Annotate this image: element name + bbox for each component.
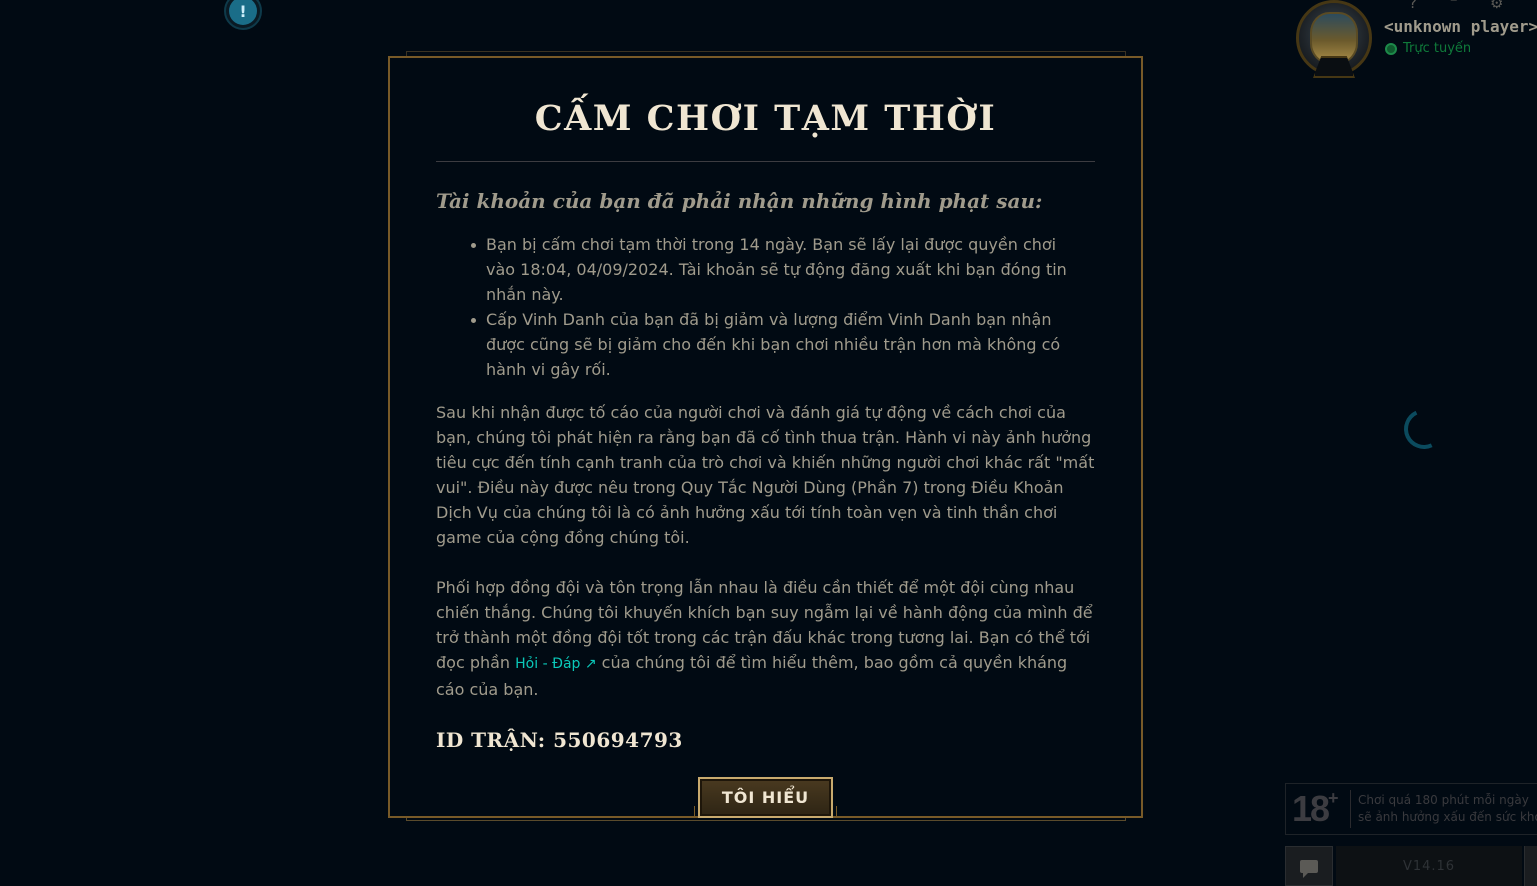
explanation-paragraph: Sau khi nhận được tố cáo của người chơi … bbox=[436, 403, 1095, 547]
chat-button[interactable] bbox=[1285, 846, 1333, 886]
age-notice-line-1: Chơi quá 180 phút mỗi ngày bbox=[1358, 793, 1529, 807]
match-id: ID TRẬN: 550694793 bbox=[436, 728, 683, 752]
alert-icon[interactable]: ! bbox=[224, 0, 262, 30]
acknowledge-button[interactable]: TÔI HIỂU bbox=[698, 777, 833, 818]
loading-spinner-icon bbox=[1398, 403, 1450, 455]
age-notice-line-2: sẽ ảnh hưởng xấu đến sức khỏe bbox=[1358, 810, 1537, 824]
age-rating-badge: 18+ bbox=[1292, 788, 1338, 830]
list-item: Cấp Vinh Danh của bạn đã bị giảm và lượn… bbox=[468, 307, 1078, 382]
alert-glyph: ! bbox=[229, 0, 257, 25]
faq-link[interactable]: Hỏi - Đáp bbox=[515, 656, 596, 672]
version-label: V14.16 bbox=[1336, 846, 1522, 886]
help-icon[interactable]: ? bbox=[1409, 0, 1417, 12]
divider bbox=[1350, 790, 1351, 828]
minimize-icon[interactable]: – bbox=[1450, 0, 1458, 8]
sidebar-edge bbox=[1524, 846, 1537, 886]
chat-icon bbox=[1300, 859, 1318, 878]
age-rating-number: 18 bbox=[1292, 788, 1330, 829]
status-text[interactable]: Trực tuyến bbox=[1403, 41, 1471, 56]
title-divider bbox=[436, 161, 1095, 162]
penalty-dialog: CẤM CHƠI TẠM THỜI Tài khoản của bạn đã p… bbox=[388, 56, 1143, 818]
penalty-heading: Tài khoản của bạn đã phải nhận những hìn… bbox=[436, 189, 1043, 213]
age-notice-text: Chơi quá 180 phút mỗi ngày sẽ ảnh hưởng … bbox=[1358, 792, 1537, 826]
age-rating-plus: + bbox=[1328, 788, 1338, 808]
age-rating-notice: 18+ Chơi quá 180 phút mỗi ngày sẽ ảnh hư… bbox=[1285, 783, 1537, 835]
online-status-icon bbox=[1385, 43, 1397, 55]
advice-paragraph: Phối hợp đồng đội và tôn trọng lẫn nhau … bbox=[436, 575, 1096, 702]
gear-icon[interactable]: ⚙ bbox=[1490, 0, 1503, 12]
player-name: <unknown player> bbox=[1384, 17, 1537, 36]
penalty-list: Bạn bị cấm chơi tạm thời trong 14 ngày. … bbox=[468, 232, 1078, 382]
client-background: ! ? – ⚙ <unknown player> Trực tuyến 18+ … bbox=[0, 0, 1537, 886]
list-item: Bạn bị cấm chơi tạm thời trong 14 ngày. … bbox=[468, 232, 1078, 307]
dialog-title: CẤM CHƠI TẠM THỜI bbox=[534, 98, 997, 139]
